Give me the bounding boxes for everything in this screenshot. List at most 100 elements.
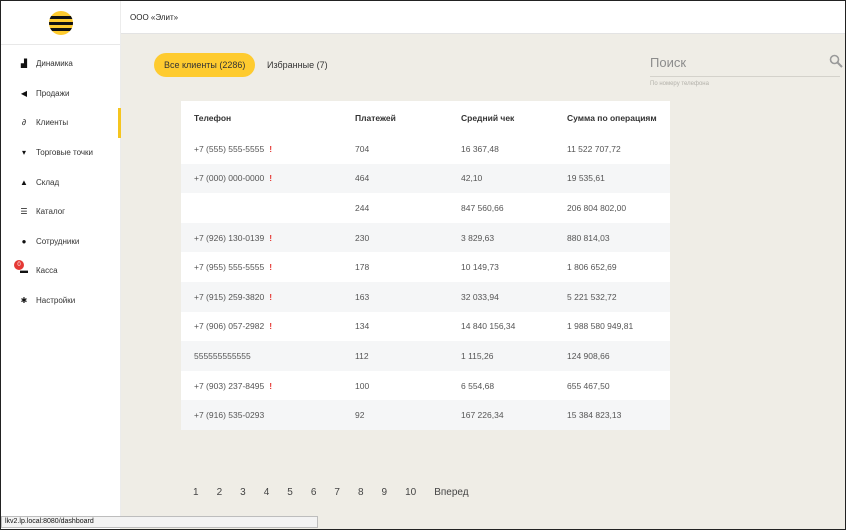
send-icon: ◀ <box>20 88 28 98</box>
warning-icon: ! <box>269 173 273 184</box>
sidebar-item[interactable]: ✱ Настройки <box>1 286 120 316</box>
phone-value: +7 (916) 535-0293 <box>194 410 265 421</box>
page-link[interactable]: 3 <box>240 487 246 498</box>
user-icon: ● <box>21 236 27 246</box>
tab-all-clients[interactable]: Все клиенты (2286) <box>154 53 256 77</box>
phone-cell: 555555555555 <box>181 351 355 361</box>
header-average-check[interactable]: Средний чек <box>461 113 567 123</box>
operations-sum-cell: 1 988 580 949,81 <box>567 321 634 332</box>
header-payments[interactable]: Платежей <box>355 113 461 123</box>
operations-sum-cell: 124 908,66 <box>567 350 610 361</box>
search-input[interactable]: Поиск <box>650 55 686 70</box>
page-link[interactable]: 7 <box>334 487 340 498</box>
payments-cell: 230 <box>355 232 370 243</box>
table-row[interactable]: +7 (916) 535-0293 92 167 226,34 15 384 823,… <box>181 400 670 430</box>
phone-value: +7 (915) 259-3820 <box>194 291 265 302</box>
average-check-cell: 1 115,26 <box>461 350 494 361</box>
average-check-cell: 10 149,73 <box>461 262 499 273</box>
sidebar-item[interactable]: ● Сотрудники <box>1 227 120 257</box>
table-header: Телефон Платежей Средний чек Сумма по оп… <box>181 101 670 134</box>
sidebar-item[interactable]: ◀ Продажи <box>1 79 120 109</box>
average-check-cell: 6 554,68 <box>461 380 495 391</box>
list-icon: ☰ <box>20 207 28 217</box>
table-row[interactable]: +7 (906) 057-2982! 134 14 840 156,34 1 988 … <box>181 312 670 342</box>
sidebar-item-label: Сотрудники <box>36 236 80 246</box>
warning-icon: ! <box>269 321 273 332</box>
operations-sum-cell: 15 384 823,13 <box>567 410 622 421</box>
phone-value: 555555555555 <box>194 350 251 361</box>
gear-icon: ✱ <box>20 296 28 306</box>
table-row[interactable]: 555555555555 112 1 115,26 124 908,66 <box>181 341 670 371</box>
page-link[interactable]: 2 <box>217 487 223 498</box>
warning-icon: ! <box>269 380 273 391</box>
operations-sum-cell: 19 535,61 <box>567 173 605 184</box>
search-underline <box>650 76 840 77</box>
page-link[interactable]: 8 <box>358 487 364 498</box>
phone-cell: +7 (915) 259-3820! <box>181 292 355 302</box>
sidebar-item-label: Касса <box>36 266 58 276</box>
operations-sum-cell: 1 806 652,69 <box>567 262 617 273</box>
table-row[interactable]: +7 (903) 237-8495! 100 6 554,68 655 467,50 <box>181 371 670 401</box>
phone-value: +7 (903) 237-8495 <box>194 380 265 391</box>
phone-cell: +7 (555) 555-5555! <box>181 144 355 154</box>
payments-cell: 92 <box>355 410 365 421</box>
phone-cell: +7 (916) 535-0293 <box>181 410 355 420</box>
cart-icon: ▾ <box>21 148 26 158</box>
search-icon[interactable] <box>829 54 843 68</box>
phone-cell: +7 (926) 130-0139! <box>181 233 355 243</box>
link-icon: ∂ <box>22 118 26 128</box>
phone-cell: +7 (955) 555-5555! <box>181 262 355 272</box>
logo-area[interactable] <box>1 1 120 45</box>
tab-favorites[interactable]: Избранные (7) <box>257 53 338 77</box>
bar-chart-icon: ▟ <box>20 59 28 69</box>
payments-cell: 163 <box>355 291 370 302</box>
average-check-cell: 42,10 <box>461 173 483 184</box>
warning-icon: ! <box>269 232 273 243</box>
table-row[interactable]: +7 (000) 000-0000! 464 42,10 19 535,61 <box>181 163 670 194</box>
page-link[interactable]: 4 <box>264 487 270 498</box>
search-hint: По номеру телефона <box>650 81 709 87</box>
table-row[interactable]: 244 847 560,66 206 804 802,00 <box>181 193 670 223</box>
average-check-cell: 3 829,63 <box>461 232 495 243</box>
operations-sum-cell: 11 522 707,72 <box>567 143 621 154</box>
sidebar-item[interactable]: ▾ Торговые точки <box>1 138 120 168</box>
average-check-cell: 16 367,48 <box>461 143 499 154</box>
main-content: Все клиенты (2286) Избранные (7) Поиск П… <box>121 34 845 529</box>
average-check-cell: 32 033,94 <box>461 291 499 302</box>
company-name: ООО «Элит» <box>130 13 179 22</box>
sidebar-item-label: Каталог <box>36 207 66 217</box>
page-link[interactable]: 9 <box>382 487 388 498</box>
header-operations-sum[interactable]: Сумма по операциям <box>567 113 670 123</box>
payments-cell: 464 <box>355 173 370 184</box>
next-page-link[interactable]: Вперед <box>434 487 468 498</box>
sidebar-item-label: Продажи <box>36 88 70 98</box>
sidebar-item[interactable]: ▲ Склад <box>1 167 120 197</box>
table-row[interactable]: +7 (555) 555-5555! 704 16 367,48 11 522 707… <box>181 134 670 164</box>
header-phone[interactable]: Телефон <box>181 113 355 123</box>
phone-cell: +7 (906) 057-2982! <box>181 321 355 331</box>
beeline-logo-icon <box>48 10 73 35</box>
sidebar-item[interactable]: ▟ Динамика <box>1 49 120 79</box>
warning-icon: ! <box>269 291 273 302</box>
home-icon: ▲ <box>20 177 28 187</box>
page-link[interactable]: 10 <box>405 487 416 498</box>
sidebar-item[interactable]: ☰ Каталог <box>1 197 120 227</box>
sidebar-item-label: Динамика <box>36 59 73 69</box>
payments-cell: 704 <box>355 143 370 154</box>
operations-sum-cell: 655 467,50 <box>567 380 610 391</box>
sidebar-menu: ▟ Динамика ◀ Продажи ∂ Клиенты ▾ Торговые точки… <box>1 45 121 316</box>
page-link[interactable]: 1 <box>193 487 199 498</box>
table-row[interactable]: +7 (955) 555-5555! 178 10 149,73 1 806 652,… <box>181 252 670 282</box>
operations-sum-cell: 880 814,03 <box>567 232 610 243</box>
sidebar-item-label: Настройки <box>36 296 76 306</box>
page-link[interactable]: 5 <box>287 487 293 498</box>
table-row[interactable]: +7 (915) 259-3820! 163 32 033,94 5 221 532,… <box>181 281 670 312</box>
page-link[interactable]: 6 <box>311 487 317 498</box>
sidebar-item[interactable]: ∂ Клиенты <box>1 108 121 138</box>
sidebar-item[interactable]: ▬ 0 Касса <box>1 256 120 286</box>
payments-cell: 178 <box>355 262 370 273</box>
phone-value: +7 (000) 000-0000 <box>194 173 265 184</box>
phone-value: +7 (926) 130-0139 <box>194 232 265 243</box>
table-row[interactable]: +7 (926) 130-0139! 230 3 829,63 880 814,03 <box>181 222 670 253</box>
clients-table: Телефон Платежей Средний чек Сумма по оп… <box>181 101 670 430</box>
